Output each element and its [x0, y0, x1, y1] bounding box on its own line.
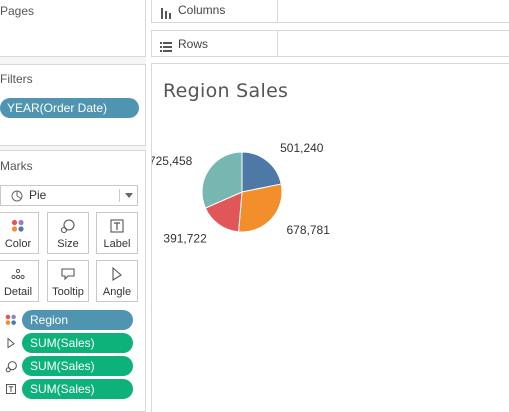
columns-icon	[160, 6, 172, 24]
color-dots-icon	[4, 313, 18, 327]
mark-type-label: Pie	[29, 188, 47, 202]
sum-sales-size-pill[interactable]: SUM(Sales)	[22, 356, 133, 376]
region-pill[interactable]: Region	[22, 310, 133, 330]
label-button[interactable]: Label	[96, 212, 138, 254]
detail-icon	[0, 266, 38, 282]
color-dots-icon	[0, 218, 38, 234]
color-button[interactable]: Color	[0, 212, 39, 254]
columns-shelf-label: Columns	[178, 3, 226, 17]
pie-slice-label: 501,240	[280, 141, 324, 155]
worksheet-view: Region Sales 501,240 678,781 391,722 725,45…	[151, 63, 509, 412]
pages-card-title: Pages	[0, 4, 35, 18]
label-icon	[4, 382, 18, 396]
pie-slice-label: 391,722	[163, 231, 207, 245]
angle-icon	[4, 336, 18, 350]
marks-field-row: SUM(Sales)	[0, 356, 146, 376]
filters-card: Filters YEAR(Order Date)	[0, 64, 146, 146]
pie-slice-label: 678,781	[287, 223, 331, 237]
rows-shelf-label: Rows	[178, 37, 209, 51]
rows-icon	[160, 39, 172, 57]
angle-button-label: Angle	[102, 286, 132, 298]
label-icon	[97, 218, 137, 234]
pie-chart: 501,240 678,781 391,722 725,458	[152, 141, 331, 245]
mark-type-dropdown[interactable]: Pie	[0, 185, 138, 206]
marks-card: Marks Pie Color Size Label Detail Toolti…	[0, 150, 146, 412]
chevron-down-icon	[125, 193, 133, 198]
dropdown-divider	[119, 189, 120, 202]
sum-sales-label-pill[interactable]: SUM(Sales)	[22, 379, 133, 399]
columns-shelf[interactable]: Columns	[151, 0, 509, 23]
pages-card: Pages	[0, 0, 146, 57]
pie-mark-icon	[11, 189, 23, 208]
detail-button-label: Detail	[3, 286, 33, 298]
rows-shelf[interactable]: Rows	[151, 30, 509, 57]
color-button-label: Color	[4, 238, 32, 250]
size-button-label: Size	[57, 238, 79, 250]
marks-field-row: SUM(Sales)	[0, 379, 146, 399]
tooltip-icon	[48, 266, 88, 282]
pie-slice[interactable]	[238, 183, 283, 233]
marks-card-title: Marks	[0, 159, 33, 173]
tooltip-button[interactable]: Tooltip	[47, 260, 89, 302]
shelf-divider	[277, 31, 278, 56]
left-panel: Pages Filters YEAR(Order Date) Marks Pie…	[0, 0, 146, 412]
sum-sales-angle-pill[interactable]: SUM(Sales)	[22, 333, 133, 353]
angle-icon	[97, 266, 137, 282]
size-icon	[48, 218, 88, 234]
size-button[interactable]: Size	[47, 212, 89, 254]
angle-button[interactable]: Angle	[96, 260, 138, 302]
pie-slice-label: 725,458	[152, 154, 193, 168]
detail-button[interactable]: Detail	[0, 260, 39, 302]
filter-pill-year-order-date[interactable]: YEAR(Order Date)	[0, 98, 139, 118]
label-button-label: Label	[103, 238, 131, 250]
shelf-divider	[277, 0, 278, 22]
marks-field-row: SUM(Sales)	[0, 333, 146, 353]
marks-field-row: Region	[0, 310, 146, 330]
filters-card-title: Filters	[0, 72, 33, 86]
tooltip-button-label: Tooltip	[52, 286, 84, 298]
size-icon	[4, 359, 18, 373]
